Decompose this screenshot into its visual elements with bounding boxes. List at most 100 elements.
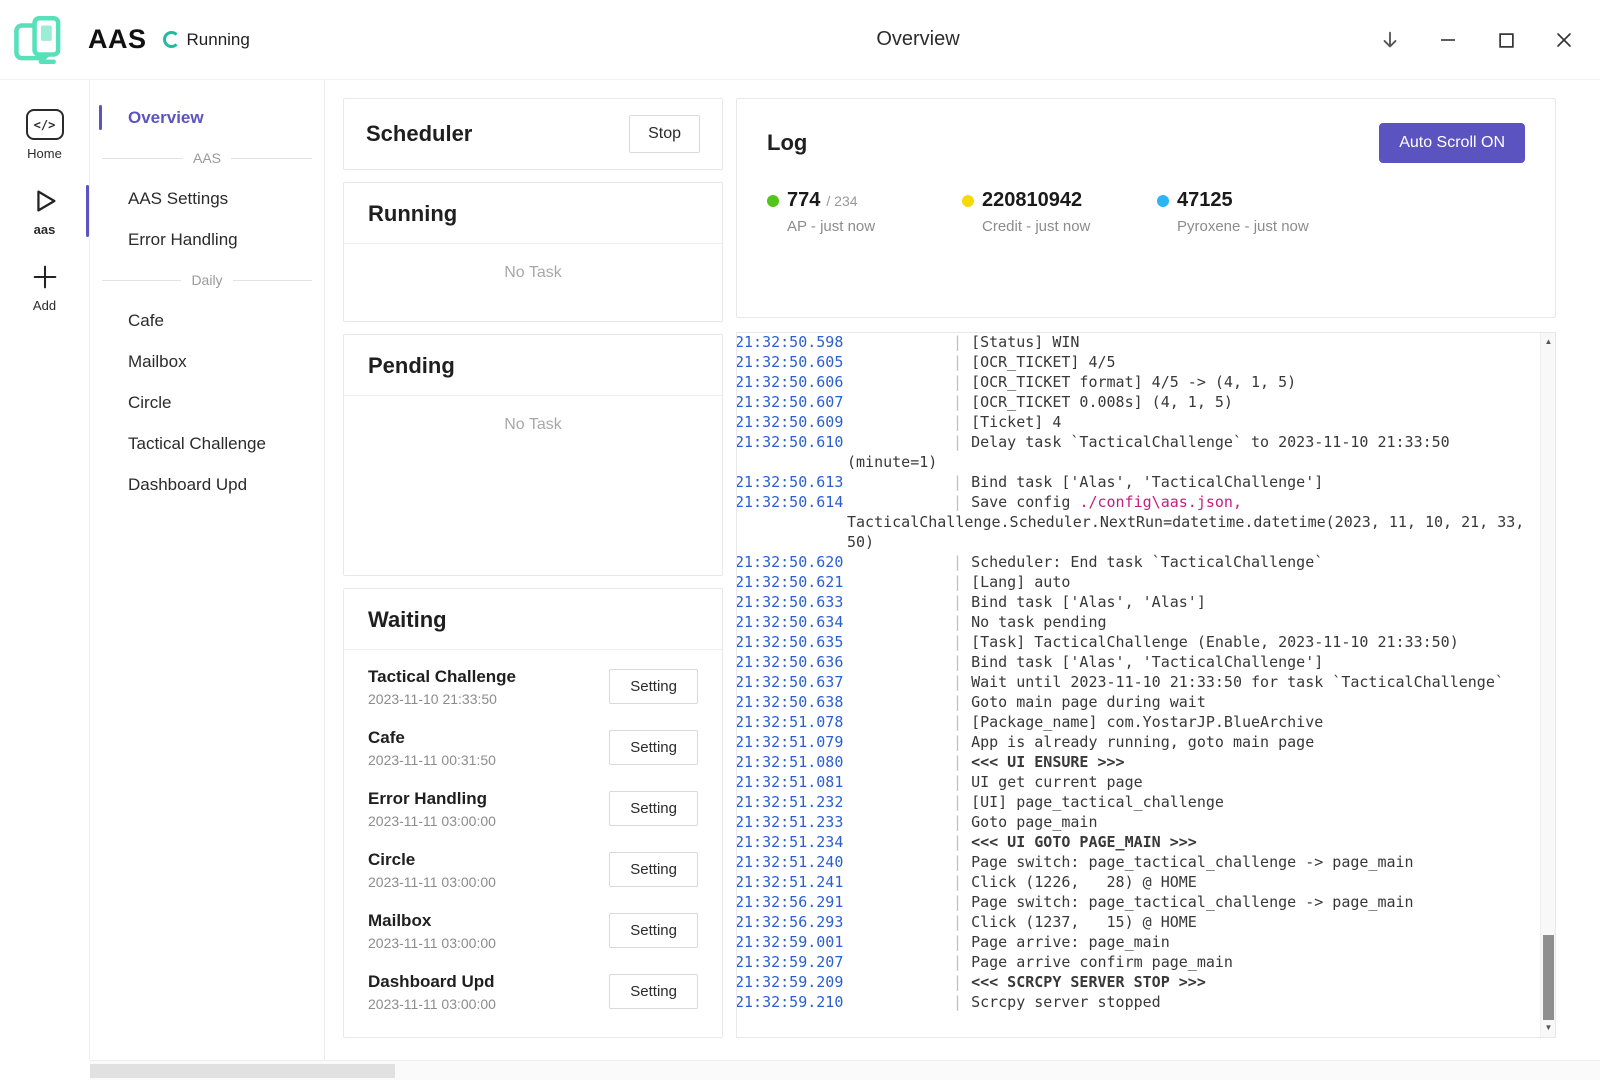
auto-scroll-button[interactable]: Auto Scroll ON — [1379, 123, 1525, 163]
waiting-task-setting-button[interactable]: Setting — [609, 791, 698, 826]
log-message: [OCR_TICKET] 4/5 — [971, 353, 1116, 371]
log-time: 21:32:51.241 — [831, 872, 953, 892]
rail-item-label: aas — [34, 222, 56, 237]
log-line: INFO21:32:51.240| Page switch: page_tact… — [751, 852, 1534, 872]
close-button[interactable] — [1544, 20, 1584, 60]
waiting-task-info: Tactical Challenge2023-11-10 21:33:50 — [368, 667, 516, 707]
log-line: INFO21:32:51.078| [Package_name] com.Yos… — [751, 712, 1534, 732]
log-separator: | — [953, 553, 971, 571]
log-scrollbar[interactable]: ▲ ▼ — [1540, 333, 1555, 1037]
waiting-task-setting-button[interactable]: Setting — [609, 730, 698, 765]
log-line: INFO21:32:50.610| Delay task `TacticalCh… — [751, 432, 1534, 472]
waiting-task-time: 2023-11-11 03:00:00 — [368, 874, 496, 890]
log-stat: 47125Pyroxene - just now — [1157, 189, 1352, 235]
sidebar-section-daily: Daily — [90, 260, 324, 300]
log-line: INFO21:32:51.233| Goto page_main — [751, 812, 1534, 832]
log-time: 21:32:51.079 — [831, 732, 953, 752]
waiting-task-info: Error Handling2023-11-11 03:00:00 — [368, 789, 496, 829]
minimize-button[interactable] — [1428, 20, 1468, 60]
scheduler-card: Scheduler Stop — [343, 98, 723, 170]
sidebar-item-aas-settings[interactable]: AAS Settings — [90, 178, 324, 219]
stop-button[interactable]: Stop — [629, 115, 700, 153]
window-controls — [1370, 0, 1584, 80]
log-scroll[interactable]: INFO21:32:50.598| [Status] WININFO21:32:… — [737, 333, 1540, 1037]
waiting-task-setting-button[interactable]: Setting — [609, 669, 698, 704]
app-logo-icon — [8, 8, 72, 72]
log-line: INFO21:32:50.621| [Lang] auto — [751, 572, 1534, 592]
log-separator: | — [953, 933, 971, 951]
log-line: INFO21:32:50.635| [Task] TacticalChallen… — [751, 632, 1534, 652]
log-separator: | — [953, 473, 971, 491]
waiting-task-name: Error Handling — [368, 789, 496, 809]
log-stats: 774/ 234AP - just now220810942Credit - j… — [767, 189, 1525, 235]
waiting-task-setting-button[interactable]: Setting — [609, 852, 698, 887]
sidebar-item-cafe[interactable]: Cafe — [90, 300, 324, 341]
log-separator: | — [953, 993, 971, 1011]
sidebar-item-tactical-challenge[interactable]: Tactical Challenge — [90, 423, 324, 464]
log-message: Page switch: page_tactical_challenge -> … — [971, 893, 1414, 911]
sidebar-item-label: Error Handling — [128, 230, 238, 250]
sidebar-item-label: Mailbox — [128, 352, 187, 372]
log-time: 21:32:59.001 — [831, 932, 953, 952]
horizontal-scrollbar[interactable] — [90, 1060, 1600, 1080]
waiting-task-setting-button[interactable]: Setting — [609, 913, 698, 948]
rail-item-label: Home — [27, 146, 62, 161]
waiting-task-time: 2023-11-10 21:33:50 — [368, 691, 516, 707]
log-separator: | — [953, 873, 971, 891]
maximize-button[interactable] — [1486, 20, 1526, 60]
stat-label: AP - just now — [767, 218, 962, 235]
stat-suffix: / 234 — [826, 193, 857, 209]
update-download-button[interactable] — [1370, 20, 1410, 60]
log-time: 21:32:50.636 — [831, 652, 953, 672]
sidebar-item-error-handling[interactable]: Error Handling — [90, 219, 324, 260]
log-line: INFO21:32:50.606| [OCR_TICKET format] 4/… — [751, 372, 1534, 392]
log-time: 21:32:50.609 — [831, 412, 953, 432]
log-message: App is already running, goto main page — [971, 733, 1314, 751]
rail-item-aas[interactable]: aas — [0, 174, 89, 248]
log-message: [Package_name] com.YostarJP.BlueArchive — [971, 713, 1323, 731]
log-message: [Ticket] 4 — [971, 413, 1061, 431]
waiting-task-row: Tactical Challenge2023-11-10 21:33:50 Set… — [368, 656, 698, 717]
log-header: Log Auto Scroll ON — [767, 99, 1525, 163]
waiting-task-time: 2023-11-11 03:00:00 — [368, 935, 496, 951]
pending-card: Pending No Task — [343, 334, 723, 576]
running-spinner-icon — [163, 31, 180, 48]
log-separator: | — [953, 893, 971, 911]
horizontal-scrollbar-thumb[interactable] — [90, 1064, 395, 1078]
log-separator: | — [953, 633, 971, 651]
log-separator: | — [953, 653, 971, 671]
scroll-down-arrow-icon[interactable]: ▼ — [1541, 1021, 1556, 1035]
log-separator: | — [953, 493, 971, 511]
log-title: Log — [767, 130, 807, 156]
log-separator: | — [953, 393, 971, 411]
rail-item-add[interactable]: Add — [0, 250, 89, 324]
sidebar-item-circle[interactable]: Circle — [90, 382, 324, 423]
log-message: Scrcpy server stopped — [971, 993, 1161, 1011]
log-time: 21:32:51.233 — [831, 812, 953, 832]
log-line: INFO21:32:51.079| App is already running… — [751, 732, 1534, 752]
sidebar-item-label: Overview — [128, 108, 204, 128]
log-separator: | — [953, 373, 971, 391]
scroll-up-arrow-icon[interactable]: ▲ — [1541, 335, 1556, 349]
log-message: Goto page_main — [971, 813, 1097, 831]
log-time: 21:32:59.207 — [831, 952, 953, 972]
sidebar-item-overview[interactable]: Overview — [90, 97, 324, 138]
log-stat-top: 774/ 234 — [767, 189, 962, 212]
sidebar-item-mailbox[interactable]: Mailbox — [90, 341, 324, 382]
waiting-card: Waiting Tactical Challenge2023-11-10 21:… — [343, 588, 723, 1038]
sidebar-item-label: AAS Settings — [128, 189, 228, 209]
log-column: Log Auto Scroll ON 774/ 234 AP - just now… — [736, 98, 1556, 1038]
titlebar: AAS Running Overview — [0, 0, 1600, 80]
rail-item-home[interactable]: </> Home — [0, 98, 89, 172]
log-time: 21:32:51.240 — [831, 852, 953, 872]
log-scrollbar-thumb[interactable] — [1543, 935, 1554, 1020]
waiting-task-setting-button[interactable]: Setting — [609, 974, 698, 1009]
log-message: <<< SCRCPY SERVER STOP >>> — [971, 973, 1206, 991]
log-separator: | — [953, 353, 971, 371]
log-line: INFO21:32:59.207| Page arrive confirm pa… — [751, 952, 1534, 972]
log-message: Page arrive confirm page_main — [971, 953, 1233, 971]
rail-item-label: Add — [33, 298, 56, 313]
log-message: [Status] WIN — [971, 333, 1079, 351]
log-message: [Lang] auto — [971, 573, 1070, 591]
sidebar-item-dashboard-upd[interactable]: Dashboard Upd — [90, 464, 324, 505]
